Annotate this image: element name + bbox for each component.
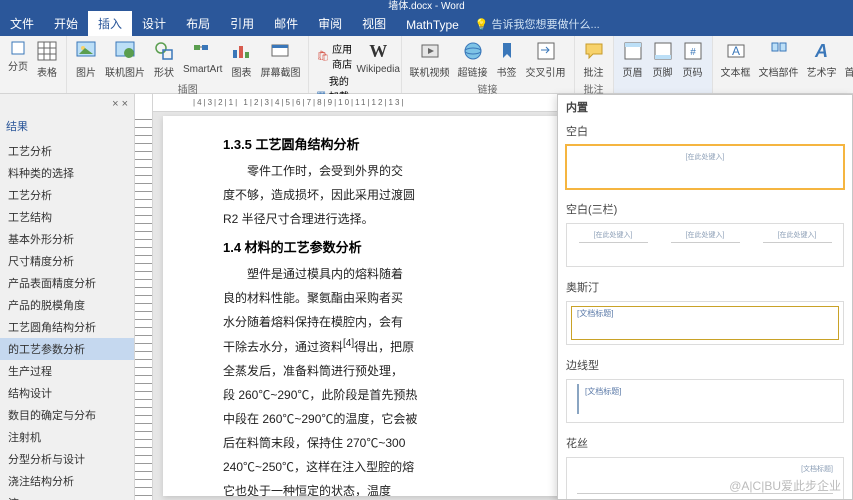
nav-heading-item[interactable]: 料种类的选择 [0, 162, 134, 184]
ribbon-group-illustrations: 图片 联机图片 形状 SmartArt 图表 屏幕截图 插图 [67, 36, 309, 93]
store-icon: 🛍 [316, 51, 329, 62]
nav-heading-item[interactable]: 产品的脱模角度 [0, 294, 134, 316]
shapes-button[interactable]: 形状 [149, 38, 179, 81]
tab-layout[interactable]: 布局 [176, 11, 220, 36]
nav-heading-item[interactable]: 的工艺参数分析 [0, 338, 134, 360]
lightbulb-icon: 💡 [475, 18, 489, 31]
thumb-line [577, 493, 833, 494]
wordart-button[interactable]: A艺术字 [803, 38, 841, 81]
gallery-item-label: 空白(三栏) [558, 197, 852, 221]
nav-heading-item[interactable]: 工艺圆角结构分析 [0, 316, 134, 338]
thumb-label: [文档标题] [577, 308, 613, 319]
page-number-button[interactable]: #页码 [678, 38, 708, 81]
nav-headings-list: 工艺分析料种类的选择工艺分析工艺结构基本外形分析尺寸精度分析产品表面精度分析产品… [0, 138, 134, 500]
tab-home[interactable]: 开始 [44, 11, 88, 36]
tab-mailings[interactable]: 邮件 [264, 11, 308, 36]
gallery-item-austin[interactable]: [文档标题] [566, 301, 844, 345]
nav-tab-results[interactable]: 结果 [0, 114, 134, 138]
svg-text:#: # [690, 47, 696, 58]
gallery-item-label: 花丝 [558, 431, 852, 455]
chart-button[interactable]: 图表 [226, 38, 256, 81]
nav-heading-item[interactable]: 生产过程 [0, 360, 134, 382]
online-pictures-button[interactable]: 联机图片 [101, 38, 149, 81]
nav-heading-item[interactable]: 分型分析与设计 [0, 448, 134, 470]
tab-insert[interactable]: 插入 [88, 11, 132, 36]
nav-heading-item[interactable]: 流 [0, 492, 134, 500]
gallery-item-label: 奥斯汀 [558, 275, 852, 299]
navigation-pane: × × 结果 工艺分析料种类的选择工艺分析工艺结构基本外形分析尺寸精度分析产品表… [0, 94, 135, 500]
nav-heading-item[interactable]: 尺寸精度分析 [0, 250, 134, 272]
pictures-button[interactable]: 图片 [71, 38, 101, 81]
smartart-button[interactable]: SmartArt [179, 38, 226, 77]
thumb-sideline [577, 384, 579, 414]
gallery-item-blank-3col[interactable]: [在此处键入][在此处键入][在此处键入] [566, 223, 844, 267]
thumb-label: [文档标题] [585, 386, 621, 397]
ribbon-group-pages: 分页 表格 [0, 36, 67, 93]
nav-heading-item[interactable]: 数目的确定与分布 [0, 404, 134, 426]
comment-button[interactable]: 批注 [579, 38, 609, 81]
vertical-ruler [135, 94, 153, 500]
store-button[interactable]: 🛍应用商店 [315, 40, 357, 72]
tab-mathtype[interactable]: MathType [396, 14, 469, 36]
ribbon-tabs: 文件 开始 插入 设计 布局 引用 邮件 审阅 视图 MathType 💡 告诉… [0, 14, 853, 36]
ribbon: 分页 表格 图片 联机图片 形状 SmartArt 图表 屏幕截图 插图 🛍应用… [0, 36, 853, 94]
screenshot-button[interactable]: 屏幕截图 [256, 38, 304, 81]
wordart-icon: A [811, 40, 833, 62]
nav-close-button[interactable]: × × [0, 94, 134, 114]
svg-text:A: A [732, 44, 740, 58]
nav-heading-item[interactable]: 注射机 [0, 426, 134, 448]
footer-button[interactable]: 页脚 [648, 38, 678, 81]
tab-review[interactable]: 审阅 [308, 11, 352, 36]
gallery-item-edge[interactable]: [文档标题] [566, 379, 844, 423]
ribbon-group-comments: 批注 批注 [575, 36, 614, 93]
nav-heading-item[interactable]: 基本外形分析 [0, 228, 134, 250]
hyperlink-button[interactable]: 超链接 [454, 38, 492, 81]
thumb-placeholder: [在此处键入] [686, 152, 725, 162]
gallery-item-huasi[interactable]: [文档标题] [566, 457, 844, 500]
nav-heading-item[interactable]: 工艺分析 [0, 184, 134, 206]
ribbon-group-header-footer: 页眉 页脚 #页码 [614, 36, 713, 93]
gallery-item-label: 边线型 [558, 353, 852, 377]
wikipedia-button[interactable]: WWikipedia [360, 38, 397, 77]
online-video-button[interactable]: 联机视频 [406, 38, 454, 81]
nav-heading-item[interactable]: 浇注结构分析 [0, 470, 134, 492]
ribbon-group-links: 联机视频 超链接 书签 交叉引用 链接 [402, 36, 575, 93]
nav-heading-item[interactable]: 工艺结构 [0, 206, 134, 228]
cross-reference-button[interactable]: 交叉引用 [522, 38, 570, 81]
nav-heading-item[interactable]: 工艺分析 [0, 140, 134, 162]
bookmark-button[interactable]: 书签 [492, 38, 522, 81]
page-break-button[interactable]: 分页 [4, 38, 32, 75]
gallery-item-label: 空白 [558, 119, 852, 143]
ribbon-group-text: A文本框 文档部件 A艺术字 A≡首字下沉 [713, 36, 853, 93]
textbox-button[interactable]: A文本框 [717, 38, 755, 81]
table-button[interactable]: 表格 [32, 38, 62, 81]
header-gallery-dropdown: 内置 空白 [在此处键入] 空白(三栏) [在此处键入][在此处键入][在此处键… [557, 94, 853, 500]
wikipedia-icon: W [367, 40, 389, 62]
tab-design[interactable]: 设计 [132, 11, 176, 36]
thumb-columns: [在此处键入][在此处键入][在此处键入] [567, 224, 843, 243]
tab-references[interactable]: 引用 [220, 11, 264, 36]
nav-heading-item[interactable]: 结构设计 [0, 382, 134, 404]
tell-me-search[interactable]: 💡 告诉我您想要做什么... [469, 12, 606, 36]
quick-parts-button[interactable]: 文档部件 [755, 38, 803, 81]
ribbon-group-addins: 🛍应用商店 ▦我的加载项 WWikipedia 加载项 [309, 36, 401, 93]
tab-file[interactable]: 文件 [0, 11, 44, 36]
header-button[interactable]: 页眉 [618, 38, 648, 81]
nav-heading-item[interactable]: 产品表面精度分析 [0, 272, 134, 294]
thumb-label: [文档标题] [801, 464, 833, 474]
tab-view[interactable]: 视图 [352, 11, 396, 36]
drop-cap-button[interactable]: A≡首字下沉 [841, 38, 853, 81]
gallery-item-blank[interactable]: [在此处键入] [566, 145, 844, 189]
gallery-section-label: 内置 [558, 95, 852, 119]
